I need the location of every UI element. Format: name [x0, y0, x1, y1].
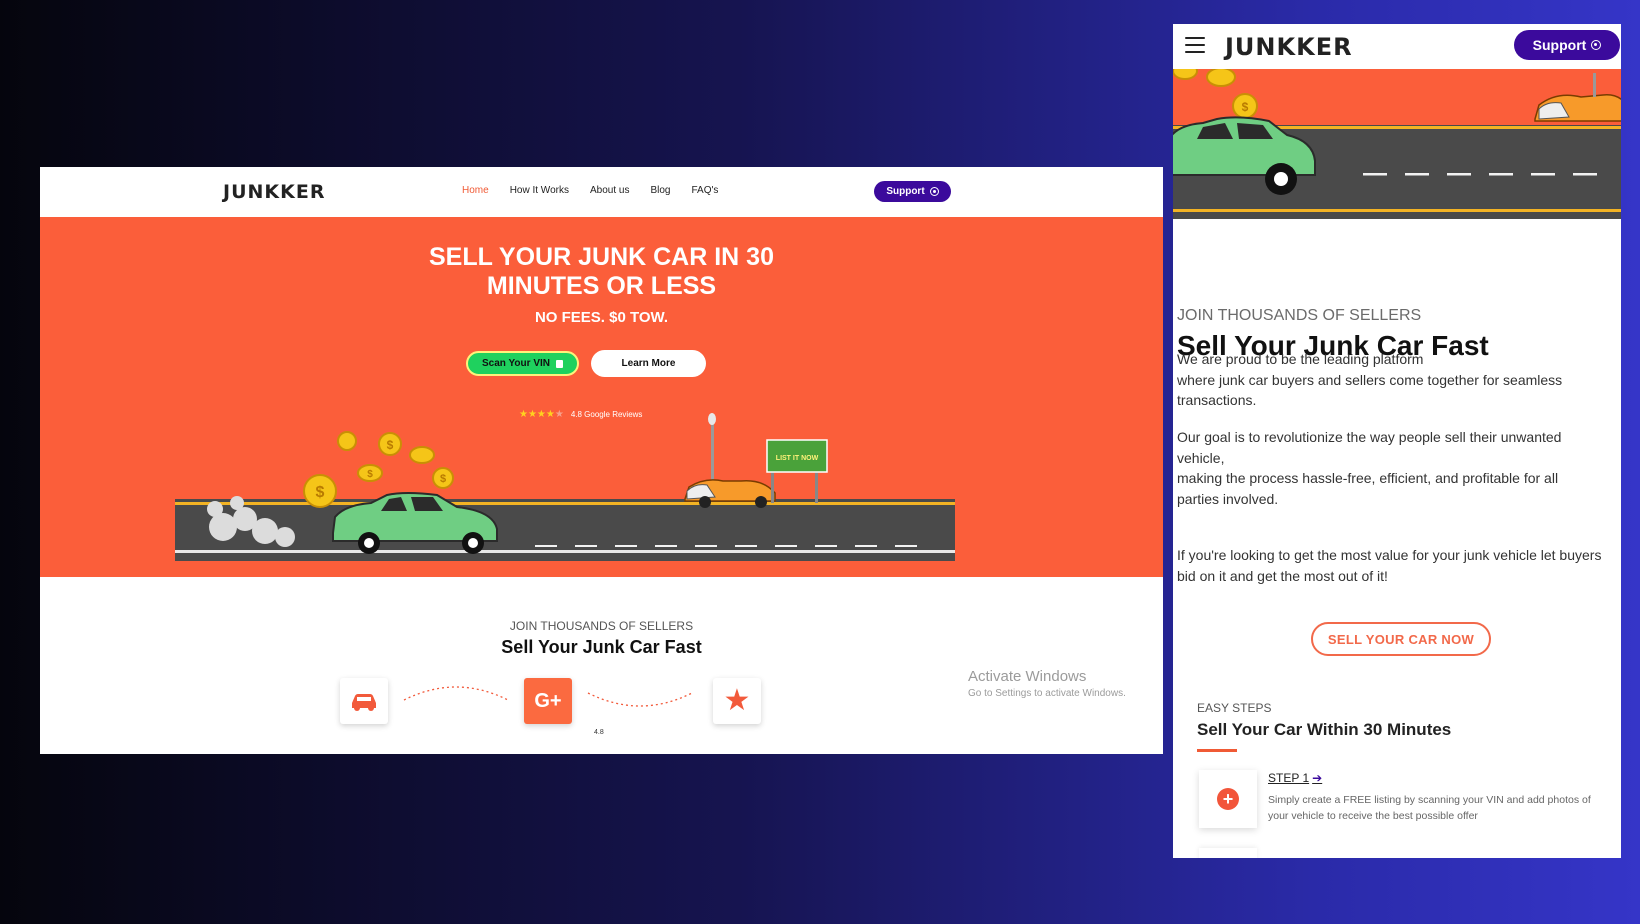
junkker-logo[interactable]: JUNKKER: [223, 181, 325, 203]
section-title: Sell Your Junk Car Fast: [501, 637, 702, 657]
section-subtitle: JOIN THOUSANDS OF SELLERS: [1177, 307, 1422, 324]
list-it-now-sign: LIST IT NOW: [766, 439, 828, 503]
feature-google-rating: 4.8: [594, 729, 604, 736]
desktop-nav-menu: Home How It Works About us Blog FAQ's: [462, 185, 718, 196]
svg-text:$: $: [1242, 100, 1249, 114]
step1-icon-box: +: [1199, 770, 1257, 828]
car-icon: [352, 694, 376, 711]
star-icon: ★: [723, 684, 751, 717]
google-plus-icon: G+: [534, 689, 562, 712]
plus-icon: +: [1217, 788, 1239, 810]
section-subtitle: JOIN THOUSANDS OF SELLERS: [509, 619, 694, 633]
hamburger-menu-icon[interactable]: [1185, 37, 1205, 53]
hero-title: SELL YOUR JUNK CAR IN 30 MINUTES OR LESS: [40, 243, 1163, 301]
sell-your-car-now-button[interactable]: SELL YOUR CAR NOW: [1311, 622, 1491, 656]
nav-blog[interactable]: Blog: [650, 185, 670, 196]
support-label: Support: [886, 186, 925, 197]
title-underline: [1197, 749, 1237, 752]
steps-title: Sell Your Car Within 30 Minutes: [1197, 720, 1452, 739]
value-paragraph: If you're looking to get the most value …: [1177, 547, 1602, 584]
scan-vin-label: Scan Your VIN: [482, 358, 550, 369]
step1-link[interactable]: STEP 1 ➔: [1268, 771, 1322, 785]
dotted-connector-2: [587, 692, 693, 707]
radio-icon: [1591, 40, 1602, 50]
support-button[interactable]: Support: [874, 181, 951, 202]
desktop-navbar: JUNKKER Home How It Works About us Blog …: [40, 167, 1163, 217]
desktop-screenshot: JUNKKER Home How It Works About us Blog …: [40, 167, 1163, 754]
svg-text:$: $: [440, 473, 446, 485]
mobile-screenshot: JUNKKER Support $ JOIN THOUSANDS OF SELL…: [1173, 24, 1621, 858]
hero-title-line2: MINUTES OR LESS: [486, 272, 717, 300]
nav-home[interactable]: Home: [462, 185, 489, 196]
feature-google: G+: [524, 678, 572, 724]
goal-line1: Our goal is to revolutionize the way peo…: [1177, 429, 1562, 466]
radio-icon: [929, 187, 939, 196]
intro-paragraph: We are proud to be the leading platform …: [1177, 349, 1602, 411]
svg-text:$: $: [387, 438, 394, 452]
road-edge-line: [175, 502, 955, 505]
sellers-section: JOIN THOUSANDS OF SELLERS Sell Your Junk…: [40, 577, 1163, 754]
support-button[interactable]: Support: [1514, 30, 1620, 60]
scan-vin-button[interactable]: Scan Your VIN: [466, 351, 579, 376]
activate-windows-subtitle: Go to Settings to activate Windows.: [968, 688, 1126, 699]
hero-illustration: $: [1173, 69, 1621, 219]
intro-line2: where junk car buyers and sellers come t…: [1177, 371, 1563, 409]
support-label: Support: [1532, 37, 1587, 53]
mobile-navbar: JUNKKER Support: [1173, 24, 1621, 69]
goal-paragraph: Our goal is to revolutionize the way peo…: [1177, 427, 1602, 509]
step1-description: Simply create a FREE listing by scanning…: [1268, 794, 1591, 822]
activate-windows-watermark: Activate Windows Go to Settings to activ…: [968, 668, 1126, 699]
learn-more-button[interactable]: Learn More: [591, 350, 706, 377]
intro-line1: We are proud to be the leading platform: [1177, 351, 1424, 367]
hero-subtitle: NO FEES. $0 TOW.: [534, 309, 669, 326]
road-bottom-line: [175, 550, 955, 553]
hero-title-line1: SELL YOUR JUNK CAR IN 30: [429, 243, 774, 271]
activate-windows-title: Activate Windows: [968, 668, 1087, 685]
nav-how-it-works[interactable]: How It Works: [510, 185, 569, 196]
mobile-hero-illustration: $: [1173, 69, 1621, 219]
svg-text:$: $: [316, 484, 325, 501]
easy-steps-label: EASY STEPS: [1197, 701, 1272, 715]
hero-illustration: $ $ $ $ LIST IT NOW: [175, 413, 955, 561]
junkker-logo[interactable]: JUNKKER: [1225, 33, 1353, 61]
nav-faqs[interactable]: FAQ's: [691, 185, 718, 196]
step2-icon-box: [1199, 848, 1257, 858]
svg-text:$: $: [367, 469, 373, 480]
feature-car: [340, 678, 388, 724]
arrow-right-icon: ➔: [1312, 771, 1323, 785]
goal-line2: making the process hassle-free, efficien…: [1177, 470, 1559, 507]
feature-star: ★: [713, 678, 761, 724]
nav-about-us[interactable]: About us: [590, 185, 629, 196]
sign-text: LIST IT NOW: [776, 455, 819, 462]
dotted-connector-1: [403, 686, 509, 701]
hero-section: SELL YOUR JUNK CAR IN 30 MINUTES OR LESS…: [40, 217, 1163, 577]
barcode-icon: [555, 359, 563, 368]
step1-label: STEP 1: [1268, 771, 1310, 785]
